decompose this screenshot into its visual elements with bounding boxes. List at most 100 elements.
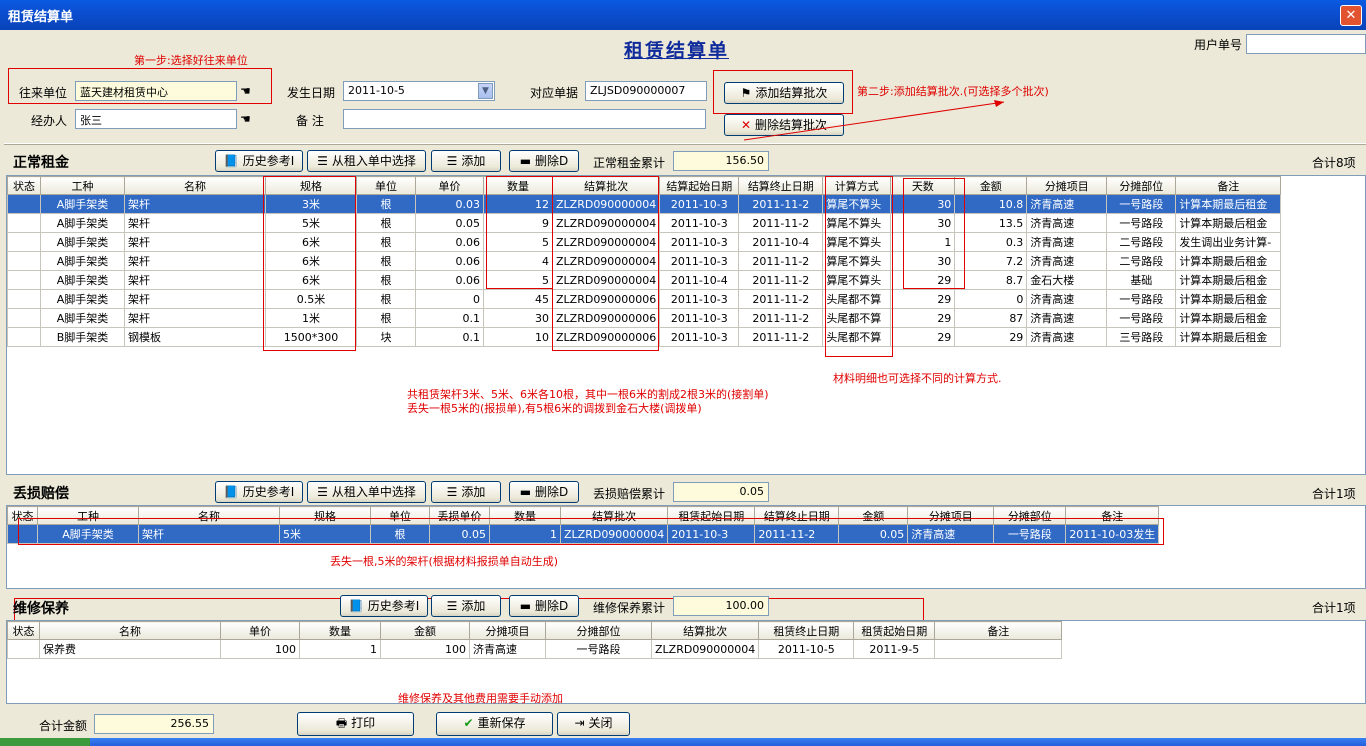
rent-cell[interactable]: 29 [890,289,956,309]
rent-cell[interactable]: 0.06 [415,251,484,271]
maint-delete-button[interactable]: ▬ 删除D [509,595,579,617]
maint-col-header[interactable]: 金额 [380,621,470,640]
rent-cell[interactable] [7,308,41,328]
rent-cell[interactable]: 0 [954,289,1028,309]
resave-button[interactable]: ✔ 重新保存 [436,712,553,736]
rent-cell[interactable]: 2011-10-4 [659,270,740,290]
rent-cell[interactable]: 钢模板 [124,327,266,347]
maint-cell[interactable]: 2011-10-5 [758,639,855,659]
rent-col-header[interactable]: 工种 [40,176,125,195]
rent-choose-button[interactable]: ☰ 从租入单中选择 [307,150,426,172]
rent-cell[interactable]: 架杆 [124,270,266,290]
rent-cell[interactable]: 二号路段 [1106,251,1177,271]
maint-cell[interactable]: 保养费 [39,639,221,659]
rent-cell[interactable] [7,251,41,271]
rent-cell[interactable]: 根 [356,232,416,252]
rent-cell[interactable]: 计算本期最后租金 [1175,251,1282,271]
rent-cell[interactable]: 基础 [1106,270,1177,290]
maint-add-button[interactable]: ☰ 添加 [431,595,501,617]
rent-cell[interactable]: 2011-10-3 [659,289,740,309]
rent-cell[interactable]: 根 [356,308,416,328]
rent-cell[interactable]: 29 [954,327,1028,347]
rent-col-header[interactable]: 名称 [124,176,266,195]
rent-cell[interactable]: 0.1 [415,308,484,328]
rent-cell[interactable]: 2011-10-3 [659,327,740,347]
maint-cell[interactable] [934,639,1063,659]
maint-cell[interactable]: ZLZRD090000004 [650,639,760,659]
rent-cell[interactable]: 三号路段 [1106,327,1177,347]
rent-cell[interactable]: 块 [356,327,416,347]
rent-cell[interactable] [7,194,41,214]
maint-cell[interactable]: 100 [220,639,300,659]
rent-cell[interactable]: 0.06 [415,232,484,252]
rent-cell[interactable]: A脚手架类 [40,289,125,309]
rent-cell[interactable]: 0.1 [415,327,484,347]
rent-cell[interactable]: 0.3 [954,232,1028,252]
rent-col-header[interactable]: 金额 [954,176,1028,195]
rent-cell[interactable]: 根 [356,194,416,214]
rent-cell[interactable] [7,327,41,347]
rent-cell[interactable]: 发生调出业务计算- [1175,232,1282,252]
maint-col-header[interactable]: 备注 [934,621,1063,640]
start-button[interactable] [0,738,90,746]
rent-cell[interactable]: 计算本期最后租金 [1175,327,1282,347]
rent-cell[interactable]: 一号路段 [1106,194,1177,214]
maint-col-header[interactable]: 租赁起始日期 [853,621,936,640]
maint-cell[interactable]: 2011-9-5 [853,639,936,659]
rent-cell[interactable]: 计算本期最后租金 [1175,270,1282,290]
maint-cell[interactable]: 100 [380,639,470,659]
rent-cell[interactable]: 根 [356,289,416,309]
rent-cell[interactable]: 一号路段 [1106,308,1177,328]
rent-history-button[interactable]: 📘 历史参考I [215,150,303,172]
rent-add-button[interactable]: ☰ 添加 [431,150,501,172]
maint-table-row[interactable]: 保养费 100 1 100 济青高速 一号路段 ZLZRD090000004 2011-10-… [7,639,1063,659]
maint-cell[interactable]: 一号路段 [545,639,652,659]
rent-cell[interactable]: A脚手架类 [40,194,125,214]
loss-history-button[interactable]: 📘 历史参考I [215,481,303,503]
rent-cell[interactable]: 根 [356,270,416,290]
rent-col-header[interactable]: 结算终止日期 [738,176,824,195]
maint-col-header[interactable]: 状态 [7,621,40,640]
rent-cell[interactable]: 架杆 [124,289,266,309]
rent-cell[interactable]: 计算本期最后租金 [1175,289,1282,309]
rent-cell[interactable]: 架杆 [124,213,266,233]
rent-cell[interactable]: 0.05 [415,213,484,233]
rent-cell[interactable]: 济青高速 [1026,308,1108,328]
rent-col-header[interactable]: 结算起始日期 [659,176,740,195]
rent-cell[interactable]: 济青高速 [1026,251,1108,271]
rent-cell[interactable]: 计算本期最后租金 [1175,194,1282,214]
rent-cell[interactable]: 10 [483,327,553,347]
rent-cell[interactable] [7,289,41,309]
rent-cell[interactable] [7,213,41,233]
maint-col-header[interactable]: 租赁终止日期 [758,621,855,640]
rent-cell[interactable]: 13.5 [954,213,1028,233]
rent-col-header[interactable]: 分摊项目 [1026,176,1108,195]
rent-cell[interactable]: 0.03 [415,194,484,214]
loss-delete-button[interactable]: ▬ 删除D [509,481,579,503]
rent-cell[interactable]: 2011-11-2 [738,213,824,233]
rent-cell[interactable]: 2011-10-3 [659,251,740,271]
rent-cell[interactable]: 8.7 [954,270,1028,290]
rent-cell[interactable]: 济青高速 [1026,327,1108,347]
maint-col-header[interactable]: 分摊部位 [545,621,652,640]
rent-delete-button[interactable]: ▬ 删除D [509,150,579,172]
rent-cell[interactable]: 架杆 [124,194,266,214]
rent-cell[interactable]: 二号路段 [1106,232,1177,252]
rent-cell[interactable]: 2011-10-3 [659,194,740,214]
close-button[interactable]: ⇥ 关闭 [557,712,630,736]
rent-cell[interactable] [7,270,41,290]
maint-history-button[interactable]: 📘 历史参考I [340,595,428,617]
rent-cell[interactable]: 2011-11-2 [738,251,824,271]
rent-cell[interactable]: 2011-10-3 [659,232,740,252]
rent-col-header[interactable]: 单价 [415,176,484,195]
print-button[interactable]: 🖶 打印 [297,712,414,736]
rent-cell[interactable]: 29 [890,327,956,347]
rent-cell[interactable]: A脚手架类 [40,270,125,290]
rent-cell[interactable]: 济青高速 [1026,289,1108,309]
rent-cell[interactable]: 0.06 [415,270,484,290]
rent-cell[interactable]: 2011-11-2 [738,327,824,347]
rent-cell[interactable]: 10.8 [954,194,1028,214]
rent-cell[interactable]: 2011-10-3 [659,308,740,328]
maint-col-header[interactable]: 数量 [299,621,381,640]
rent-cell[interactable]: 29 [890,308,956,328]
